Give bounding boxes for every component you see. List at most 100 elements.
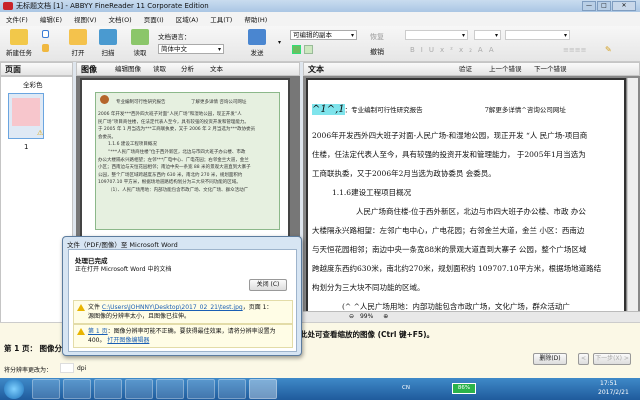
taskbar-firefox[interactable]: [187, 379, 215, 399]
font-size-select[interactable]: [474, 30, 501, 40]
resolution-input[interactable]: [60, 363, 74, 373]
menu-document[interactable]: 文档(O): [103, 14, 138, 24]
text-line: 1.1.6建设工程项目概况: [332, 188, 412, 197]
dialog-close-button[interactable]: 关闭 (C): [249, 279, 287, 291]
page-link[interactable]: 第 1 页: [88, 328, 108, 335]
start-button[interactable]: [4, 379, 24, 399]
warning-icon: [77, 328, 85, 335]
window-title: 无标题文档 [1] - ABBYY FineReader 11 Corporat…: [16, 2, 209, 10]
new-page-button[interactable]: [40, 30, 50, 40]
open-button[interactable]: 打开: [66, 29, 90, 57]
menu-edit[interactable]: 编辑(E): [34, 14, 68, 24]
prev-error-button[interactable]: 上一个错误: [489, 63, 522, 76]
maximize-button[interactable]: □: [597, 1, 611, 11]
taskbar-media-player[interactable]: [63, 379, 91, 399]
font-select[interactable]: [505, 30, 570, 40]
scan-line: 民广场”项目商住楼，任法定代表人至今，具有较强的投资开发和管理能力。: [98, 119, 249, 125]
input-language[interactable]: CN: [402, 385, 410, 391]
undo-button[interactable]: 撤销: [370, 47, 384, 57]
text-panel-header: 文本 验证 上一个错误 下一个错误: [303, 62, 640, 76]
view-mode-icon[interactable]: [292, 45, 301, 54]
zoom-level[interactable]: 99%: [360, 313, 373, 320]
menu-help[interactable]: 帮助(H): [238, 14, 273, 24]
taskbar-finereader[interactable]: [249, 379, 277, 399]
image-panel-header: 图像 编辑图像 读取 分析 文本: [76, 62, 300, 76]
word-icon: [248, 29, 266, 45]
text-line: 人民广场商住楼-位于西外新区，北边与市四大班子办公楼、市政 办公: [356, 207, 586, 216]
send-button[interactable]: 发送: [245, 29, 269, 57]
page-copy-button[interactable]: [40, 44, 50, 54]
text-line: 2006年开发西外四大班子对面-人民广场-和湿地公园，现正开发 “人 民广场-项…: [312, 131, 588, 140]
logo-seal-icon: [100, 95, 109, 104]
scan-header-right: 了解更多详情 咨询公司网址: [191, 100, 247, 105]
style-select[interactable]: [405, 30, 468, 40]
read-image-button[interactable]: 读取: [153, 63, 166, 76]
send-dropdown-arrow[interactable]: ▾: [278, 39, 281, 46]
zoom-hint: 此处可查看缩放的图像 (Ctrl 键+F5)。: [300, 330, 435, 339]
edit-image-button[interactable]: 编辑图像: [115, 63, 141, 76]
minimize-button[interactable]: —: [582, 1, 596, 11]
taskbar-bird-app[interactable]: [94, 379, 122, 399]
dialog-title: 文件（PDF/图像）至 Microsoft Word: [67, 241, 178, 249]
scan-line: 办公大楼隔永兴路相望；左邻***广电中心、广电花园；右邻金兰大道，金兰: [98, 157, 249, 163]
restore-button[interactable]: 恢复: [370, 32, 384, 42]
menu-bar: 文件(F) 编辑(E) 视图(V) 文档(O) 页面(I) 区域(A) 工具(T…: [0, 12, 640, 26]
scanned-image: 专业编制可行性研究报告 了解更多详情 咨询公司网址 2006 年开发***西外四…: [95, 92, 280, 230]
pages-icon: [41, 44, 49, 52]
open-image-editor-link[interactable]: 打开图像编辑器: [107, 337, 149, 344]
text-line: 工商联执委，又于2006年2月当选为政协委员 会委员。: [312, 169, 496, 178]
scan-line: 2006 年开发***西外四大班子对面“人民广场”和湿地公园，现正开发“人: [98, 112, 242, 117]
scanner-icon: [99, 29, 117, 45]
read-button[interactable]: 读取: [128, 29, 152, 57]
header-left-a: ^1^,1: [312, 104, 345, 115]
taskbar-paint[interactable]: [218, 379, 246, 399]
clock-date[interactable]: 2017/2/21: [598, 389, 629, 396]
menu-file[interactable]: 文件(F): [0, 14, 34, 24]
header-left-b: ：专业编制可行性研究报告: [344, 106, 423, 114]
taskbar: CN 86% 17:51 2017/2/21: [0, 378, 640, 400]
menu-page[interactable]: 页面(I): [138, 14, 170, 24]
new-task-button[interactable]: 新建任务: [4, 29, 34, 57]
delete-button[interactable]: 删除(D): [533, 353, 567, 365]
menu-tools[interactable]: 工具(T): [204, 14, 238, 24]
highlight-pen-icon[interactable]: ✎: [605, 45, 612, 54]
color-mode-label[interactable]: 全彩色: [23, 79, 43, 89]
resolution-label: 将分辨率更改为：: [4, 367, 53, 374]
menu-area[interactable]: 区域(A): [170, 14, 205, 24]
taskbar-explorer[interactable]: [32, 379, 60, 399]
view-mode-alt-icon[interactable]: [304, 45, 313, 54]
menu-view[interactable]: 视图(V): [68, 14, 103, 24]
close-button[interactable]: ✕: [612, 1, 636, 11]
zoom-in-icon[interactable]: ⊕: [383, 313, 388, 320]
copy-mode-select[interactable]: 可编辑的副本: [290, 30, 357, 40]
text-line: 与天恒花园相邻；南边中央一条宽88米的景观大道直到大寨子 公园，整个广场区域: [312, 245, 587, 254]
doc-language-label: 文档语言：: [158, 33, 191, 41]
text-scrollbar[interactable]: [627, 78, 638, 314]
clock-time[interactable]: 17:51: [600, 380, 617, 387]
text-editor[interactable]: ^1^,1：专业编制可行性研究报告 7解更多详情^咨询公司网址 2006年开发西…: [306, 78, 626, 314]
taskbar-cloud-app[interactable]: [125, 379, 153, 399]
battery-indicator[interactable]: 86%: [452, 383, 476, 394]
header-right: 7解更多详情^咨询公司网址: [484, 106, 566, 114]
warning-message-2: 第 1 页：图像分辨率可能不正确。要获得最佳效果，请将分辨率设置为 400。 打…: [73, 324, 293, 348]
next-error-button[interactable]: 下一个错误: [534, 63, 567, 76]
format-buttons[interactable]: BIUx²x₂AA: [410, 46, 500, 54]
warning-message-1: 文件 C:\Users\JOHNNY\Desktop\2017_02_21\te…: [73, 300, 293, 324]
pages-panel-header: 页面: [0, 62, 73, 76]
taskbar-notes-app[interactable]: [156, 379, 184, 399]
verify-button[interactable]: 验证: [459, 63, 472, 76]
resolution-unit: dpi: [77, 365, 87, 372]
next-step-button[interactable]: 下一步(X) >: [593, 353, 631, 365]
analyze-button[interactable]: 分析: [181, 63, 194, 76]
text-area-button[interactable]: 文本: [210, 63, 223, 76]
zoom-out-icon[interactable]: ⊖: [349, 313, 354, 320]
file-path-link[interactable]: C:\Users\JOHNNY\Desktop\2017_02_21\test.…: [102, 304, 243, 311]
align-buttons[interactable]: ≡≡≡≡: [563, 46, 586, 54]
scan-line: 小区；西南边与天恒花园相邻；南边中央一条宽 88 米的景观大道直到大寨子: [98, 165, 251, 171]
scan-button[interactable]: 扫描: [96, 29, 120, 57]
prev-button[interactable]: <: [578, 353, 589, 365]
scan-line: 于 2005 年 1 月当选为***工商联执委，又于 2006 年 2 月当选为…: [98, 127, 256, 133]
zoom-bar: ⊖ 99% ⊕: [303, 311, 640, 322]
doc-language-select[interactable]: 简体中文: [158, 44, 224, 54]
scan-header-left: 专业编制可行性研究报告: [116, 100, 166, 105]
